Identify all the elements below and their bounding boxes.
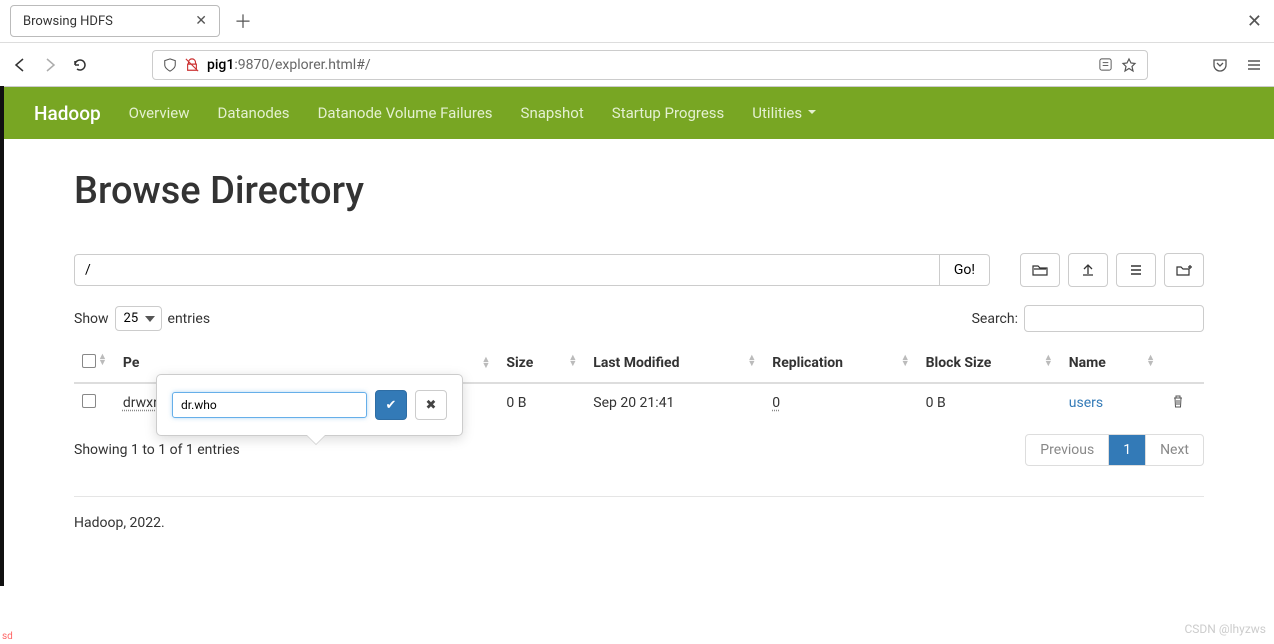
bookmark-star-icon[interactable] xyxy=(1121,57,1137,73)
table-controls: Show 25 entries Search: xyxy=(74,305,1204,332)
new-folder-button[interactable] xyxy=(1164,253,1204,287)
col-name[interactable]: Name▲▼ xyxy=(1061,344,1163,383)
info-text: Showing 1 to 1 of 1 entries xyxy=(74,442,240,458)
corner-text: sd xyxy=(2,631,13,642)
col-size[interactable]: Size▲▼ xyxy=(498,344,585,383)
open-folder-button[interactable] xyxy=(1020,253,1060,287)
owner-edit-popover: ✔ ✖ xyxy=(156,374,463,436)
row-checkbox[interactable] xyxy=(82,394,96,408)
toolbar-right xyxy=(1212,57,1262,73)
nav-snapshot[interactable]: Snapshot xyxy=(521,104,584,122)
path-row: Go! xyxy=(74,253,1204,287)
new-tab-icon[interactable]: ＋ xyxy=(228,8,258,34)
lock-icon[interactable] xyxy=(185,58,199,72)
nav-volume-failures[interactable]: Datanode Volume Failures xyxy=(318,104,493,122)
tab-bar: Browsing HDFS ✕ ＋ ✕ xyxy=(0,0,1274,42)
left-strip xyxy=(0,86,4,586)
show-entries: Show 25 entries xyxy=(74,306,210,331)
path-input[interactable] xyxy=(74,254,940,286)
entries-label: entries xyxy=(168,311,211,327)
select-all-checkbox[interactable] xyxy=(82,354,96,368)
footer-text: Hadoop, 2022. xyxy=(74,515,1204,531)
tab-title: Browsing HDFS xyxy=(23,14,185,29)
nav-startup-progress[interactable]: Startup Progress xyxy=(612,104,725,122)
col-modified[interactable]: Last Modified▲▼ xyxy=(585,344,764,383)
window-close-icon[interactable]: ✕ xyxy=(1247,11,1262,32)
table-bottom: Showing 1 to 1 of 1 entries Previous 1 N… xyxy=(74,434,1204,466)
close-tab-icon[interactable]: ✕ xyxy=(195,13,207,29)
reload-icon[interactable] xyxy=(72,57,88,73)
back-icon[interactable] xyxy=(12,57,28,73)
browser-chrome: Browsing HDFS ✕ ＋ ✕ pig1:9870/explorer.h… xyxy=(0,0,1274,87)
top-nav: Hadoop Overview Datanodes Datanode Volum… xyxy=(4,87,1274,139)
pager-next[interactable]: Next xyxy=(1146,435,1203,465)
menu-icon[interactable] xyxy=(1246,57,1262,73)
watermark: CSDN @lhyzws xyxy=(1185,622,1267,636)
page-title: Browse Directory xyxy=(74,169,1204,213)
pager-page-1[interactable]: 1 xyxy=(1109,435,1146,465)
nav-bar: pig1:9870/explorer.html#/ xyxy=(0,42,1274,86)
popover-cancel-button[interactable]: ✖ xyxy=(415,390,447,420)
owner-edit-input[interactable] xyxy=(172,392,367,418)
cell-size: 0 B xyxy=(498,383,585,422)
browser-tab[interactable]: Browsing HDFS ✕ xyxy=(10,5,220,37)
pager: Previous 1 Next xyxy=(1025,434,1204,466)
trash-icon[interactable] xyxy=(1171,394,1185,408)
nav-overview[interactable]: Overview xyxy=(129,104,190,122)
search-box: Search: xyxy=(972,305,1204,332)
nav-utilities[interactable]: Utilities xyxy=(752,104,816,122)
cell-delete[interactable] xyxy=(1163,383,1204,422)
path-input-group: Go! xyxy=(74,254,990,286)
url-bar[interactable]: pig1:9870/explorer.html#/ xyxy=(152,50,1148,80)
search-input[interactable] xyxy=(1024,305,1204,332)
upload-button[interactable] xyxy=(1068,253,1108,287)
cell-modified: Sep 20 21:41 xyxy=(585,383,764,422)
cell-name[interactable]: users xyxy=(1061,383,1163,422)
col-blocksize[interactable]: Block Size▲▼ xyxy=(918,344,1061,383)
brand[interactable]: Hadoop xyxy=(34,102,101,125)
reader-icon[interactable] xyxy=(1098,57,1113,72)
cell-replication[interactable]: 0 xyxy=(764,383,917,422)
main-content: Browse Directory Go! Show 25 entries Sea… xyxy=(4,139,1274,551)
url-text: pig1:9870/explorer.html#/ xyxy=(207,57,1090,73)
page-size-select[interactable]: 25 xyxy=(115,306,162,331)
divider xyxy=(74,496,1204,497)
nav-datanodes[interactable]: Datanodes xyxy=(217,104,289,122)
col-replication[interactable]: Replication▲▼ xyxy=(764,344,917,383)
pager-prev[interactable]: Previous xyxy=(1026,435,1109,465)
forward-icon[interactable] xyxy=(42,57,58,73)
shield-icon[interactable] xyxy=(163,58,177,72)
action-buttons xyxy=(1020,253,1204,287)
pocket-icon[interactable] xyxy=(1212,57,1228,73)
list-view-button[interactable] xyxy=(1116,253,1156,287)
search-label: Search: xyxy=(972,311,1018,327)
show-label: Show xyxy=(74,311,109,327)
popover-confirm-button[interactable]: ✔ xyxy=(375,390,407,420)
go-button[interactable]: Go! xyxy=(940,254,990,286)
cell-blocksize: 0 B xyxy=(918,383,1061,422)
